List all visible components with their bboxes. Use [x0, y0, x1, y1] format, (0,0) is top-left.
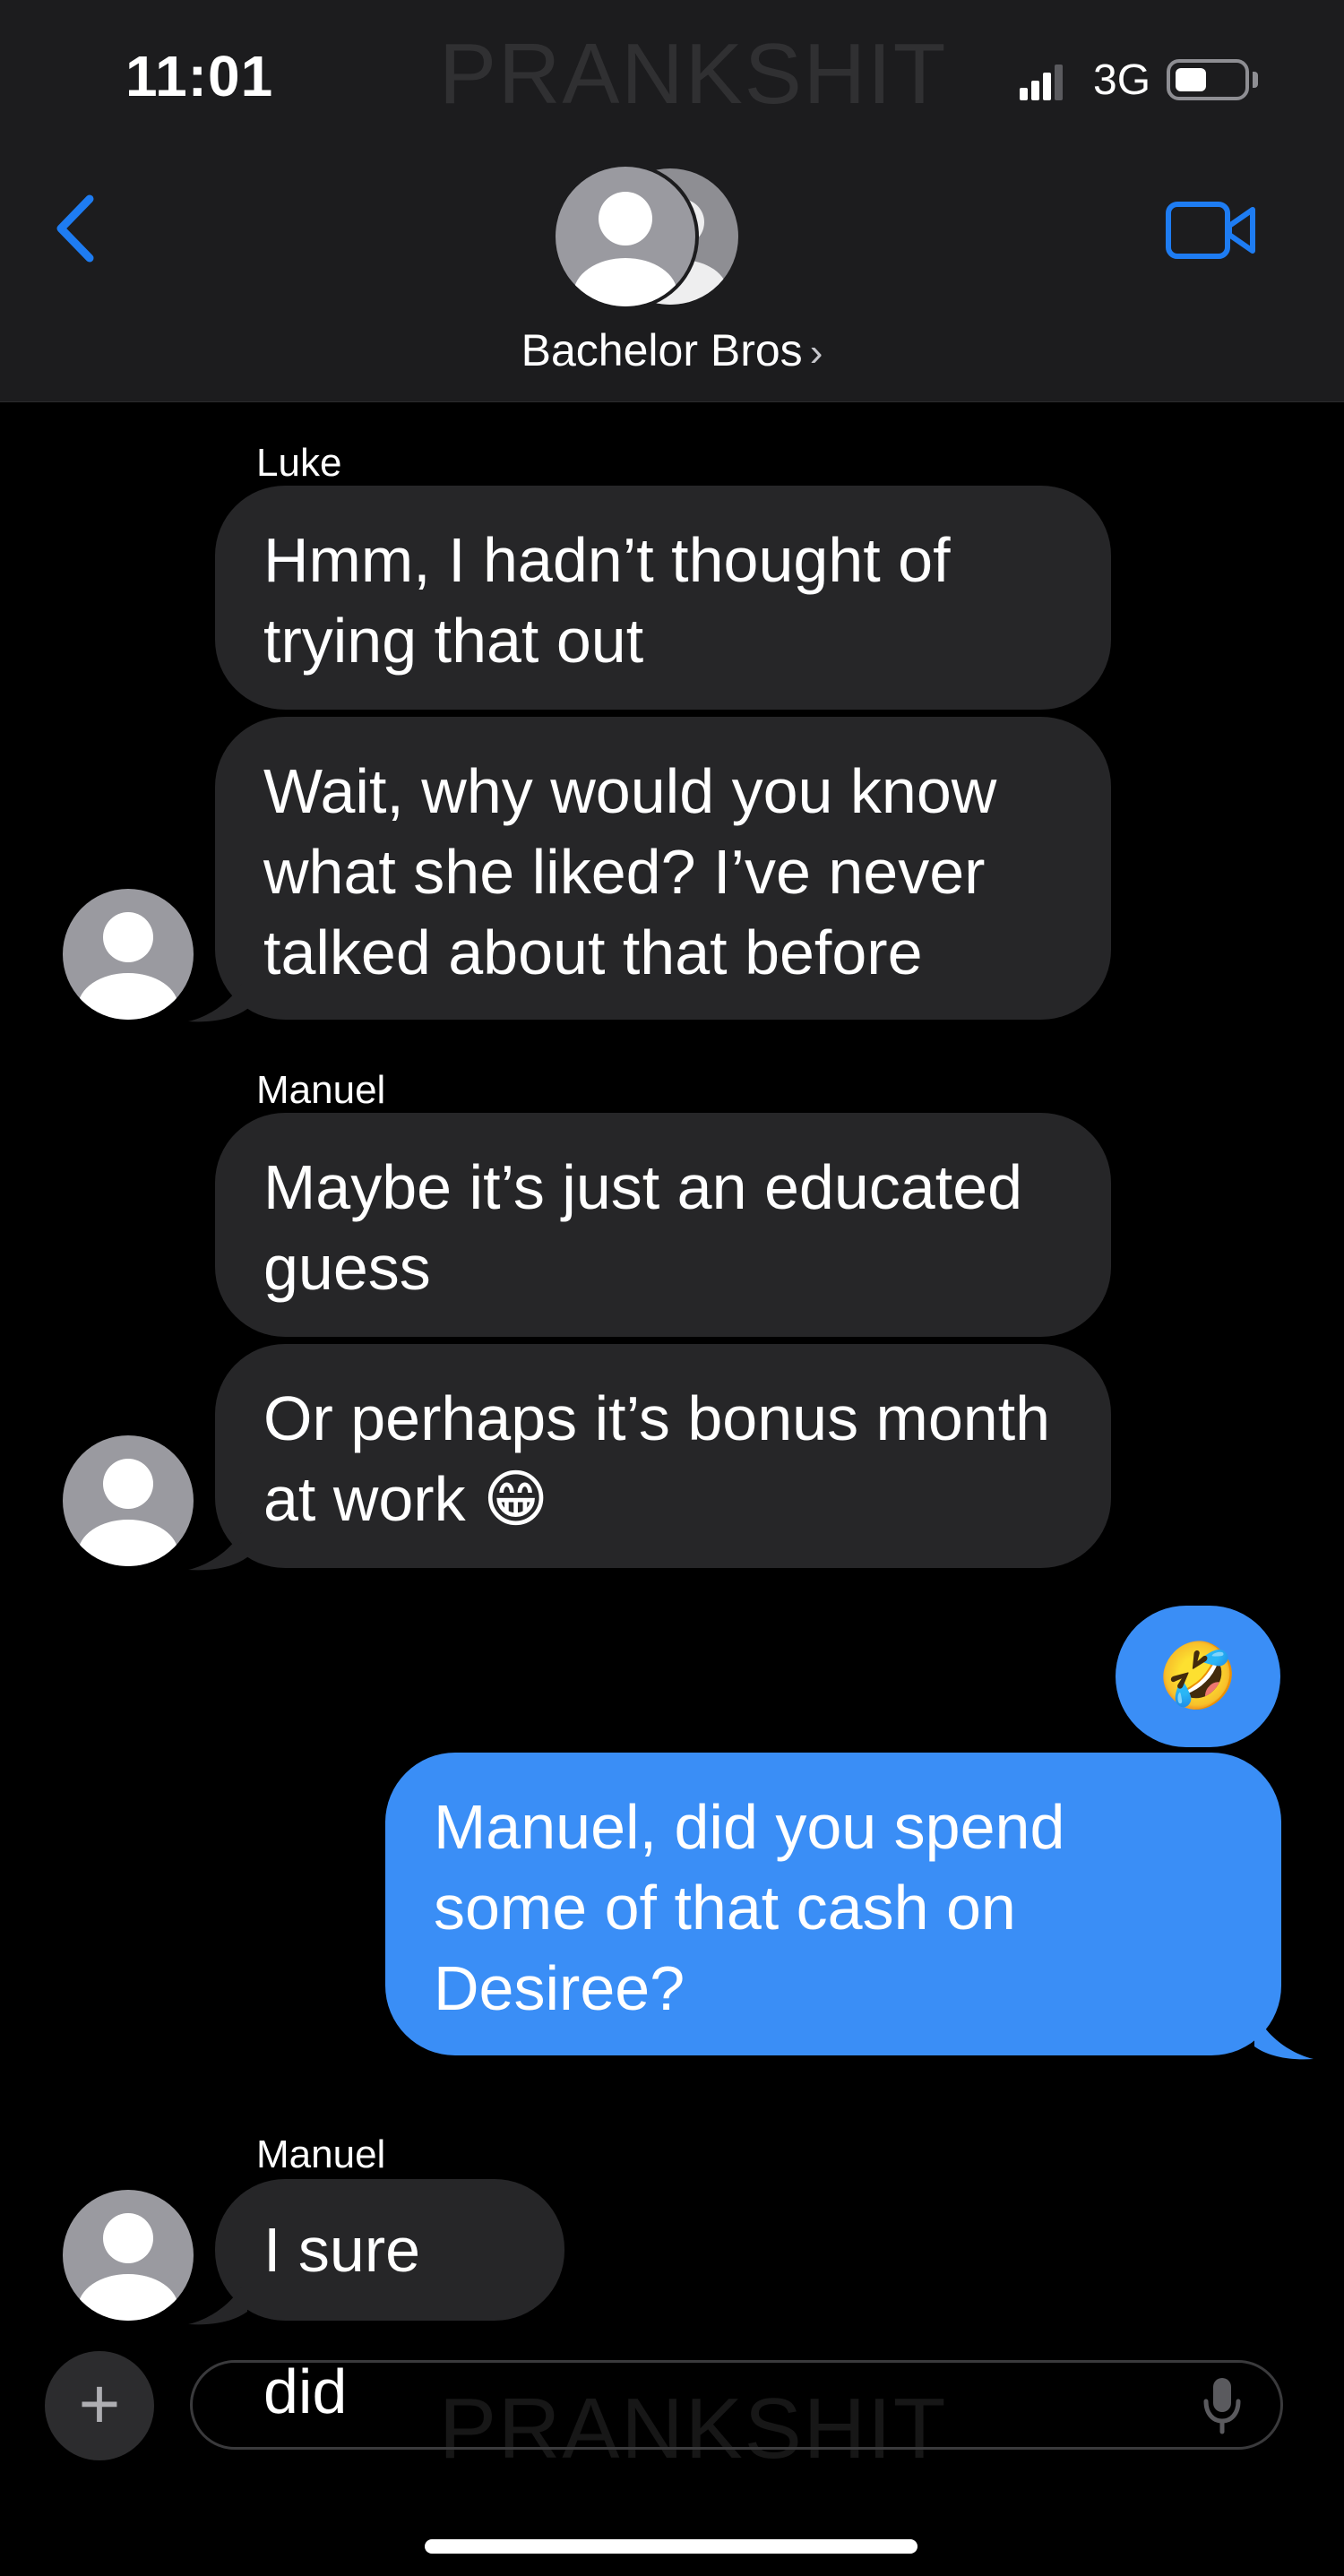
message-line: trying that out — [263, 606, 644, 676]
chevron-right-icon: › — [809, 331, 823, 375]
emoji: 🤣 — [1158, 1641, 1238, 1712]
message-line: some of that cash on — [434, 1873, 1016, 1943]
sender-name: Luke — [256, 441, 342, 485]
message-line: Manuel, did you spend — [434, 1792, 1065, 1862]
outgoing-message-bubble[interactable]: Manuel, did you spend some of that cash … — [385, 1753, 1281, 2055]
avatar-icon — [63, 889, 194, 1020]
message-line: what she liked? I’ve never — [263, 837, 986, 907]
message-line: Maybe it’s just an educated — [263, 1152, 1023, 1222]
message-input[interactable] — [190, 2360, 1283, 2450]
group-name: Bachelor Bros — [521, 325, 803, 375]
avatar-icon — [63, 1435, 194, 1566]
battery-level — [1176, 68, 1206, 91]
message-bubble[interactable]: Hmm, I hadn’t thought of trying that out — [215, 486, 1111, 710]
group-avatar-icon[interactable] — [556, 167, 744, 306]
bubble-tail — [1254, 2011, 1314, 2060]
bubble-tail — [188, 2276, 247, 2325]
message-bubble[interactable]: Maybe it’s just an educated guess — [215, 1113, 1111, 1337]
battery-icon — [1167, 59, 1249, 100]
battery-tip — [1253, 72, 1258, 88]
signal-icon — [1020, 65, 1063, 100]
message-line: Hmm, I hadn’t thought of — [263, 525, 951, 595]
home-indicator — [425, 2539, 918, 2554]
microphone-icon[interactable] — [1201, 2376, 1244, 2435]
video-camera-icon[interactable] — [1165, 199, 1258, 262]
message-line: Or perhaps it’s bonus month — [263, 1383, 1051, 1453]
plus-button[interactable]: + — [45, 2351, 154, 2460]
bubble-tail — [188, 1521, 247, 1571]
conversation-header: 11:01 3G Bachelor Bros › — [0, 0, 1344, 402]
status-time: 11:01 — [125, 44, 274, 108]
group-name-button[interactable]: Bachelor Bros › — [358, 324, 986, 376]
message-line: Wait, why would you know — [263, 756, 997, 826]
outgoing-emoji-bubble[interactable]: 🤣 — [1116, 1606, 1280, 1747]
sender-name: Manuel — [256, 1068, 386, 1112]
message-bubble[interactable]: I sure did — [215, 2179, 564, 2426]
avatar-icon — [63, 2190, 194, 2321]
back-chevron-icon[interactable] — [47, 188, 109, 269]
message-bubble[interactable]: Wait, why would you know what she liked?… — [215, 717, 1111, 1020]
plus-icon: + — [78, 2364, 121, 2443]
message-line: talked about that before — [263, 918, 923, 987]
message-line: at work 😁 — [263, 1464, 549, 1534]
message-bubble[interactable]: Or perhaps it’s bonus month at work 😁 — [215, 1344, 1111, 1568]
bubble-tail — [188, 973, 247, 1022]
sender-name: Manuel — [256, 2132, 386, 2176]
network-type: 3G — [1093, 56, 1151, 104]
message-line: guess — [263, 1233, 431, 1303]
message-line: Desiree? — [434, 1953, 685, 2023]
